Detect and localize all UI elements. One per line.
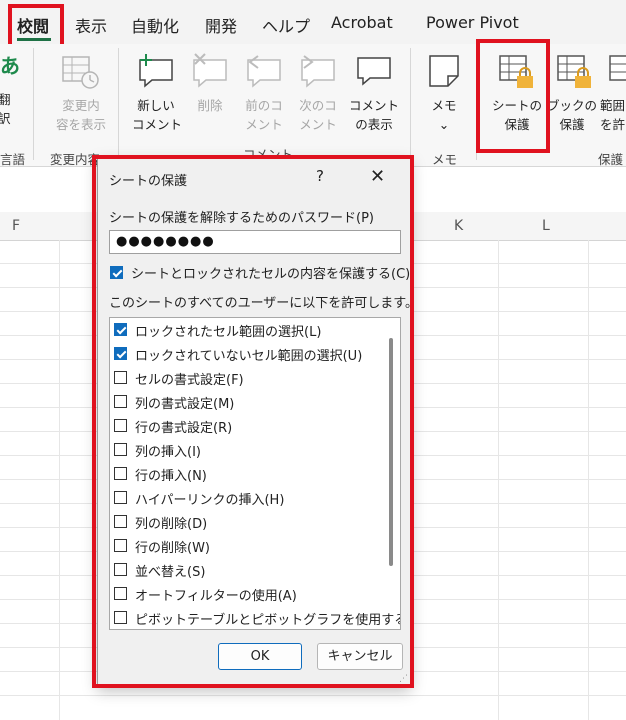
- translate-button[interactable]: 翻訳: [0, 90, 11, 128]
- tab-automate[interactable]: 自動化: [131, 13, 179, 37]
- column-k[interactable]: K: [454, 218, 463, 234]
- next-comment-button[interactable]: 次のコ メント: [294, 96, 342, 134]
- show-changes-icon: [62, 56, 99, 89]
- new-comment-button[interactable]: 新しい コメント: [132, 96, 182, 134]
- delete-comment-icon: [193, 53, 227, 88]
- separator: [118, 48, 119, 160]
- delete-comment-button[interactable]: 削除: [188, 96, 232, 115]
- column-l[interactable]: L: [542, 218, 550, 234]
- tab-help[interactable]: ヘルプ: [262, 13, 310, 37]
- show-comments-icon: [357, 57, 391, 86]
- tab-view[interactable]: 表示: [75, 13, 107, 37]
- highlight-protect-sheet: [476, 39, 550, 153]
- separator: [410, 48, 411, 160]
- highlight-dialog: [92, 155, 414, 688]
- grid-line: [498, 240, 499, 720]
- tab-power-pivot[interactable]: Power Pivot: [426, 13, 519, 32]
- group-language: 言語: [0, 152, 26, 167]
- note-icon: [429, 55, 459, 87]
- ribbon-tabs: 校閲 表示 自動化 開発 ヘルプ Acrobat Power Pivot: [0, 0, 626, 44]
- previous-comment-icon: [247, 55, 281, 88]
- previous-comment-button[interactable]: 前のコ メント: [240, 96, 288, 134]
- grid-line: [0, 695, 626, 696]
- protect-workbook-button[interactable]: ブックの 保護: [547, 96, 597, 134]
- grid-line: [588, 240, 589, 720]
- new-comment-icon: [139, 54, 173, 88]
- allow-edit-ranges-button[interactable]: 範囲 を許: [600, 96, 625, 134]
- highlight-review-tab: [8, 4, 64, 48]
- show-comments-button[interactable]: コメント の表示: [346, 96, 402, 134]
- tab-acrobat[interactable]: Acrobat: [331, 13, 393, 32]
- allow-edit-ranges-icon: [609, 55, 626, 81]
- translate-icon: あ: [0, 54, 20, 78]
- next-comment-icon: [301, 55, 335, 88]
- note-button[interactable]: メモ ⌄: [422, 96, 466, 134]
- tab-developer[interactable]: 開発: [205, 13, 237, 37]
- group-notes: メモ: [432, 152, 458, 167]
- show-changes-button[interactable]: 変更内 容を表示: [52, 96, 110, 134]
- column-f[interactable]: F: [12, 218, 20, 234]
- separator: [33, 48, 34, 160]
- protect-workbook-icon: [557, 55, 591, 88]
- group-protect: 保護: [598, 152, 624, 167]
- grid-line: [59, 240, 60, 720]
